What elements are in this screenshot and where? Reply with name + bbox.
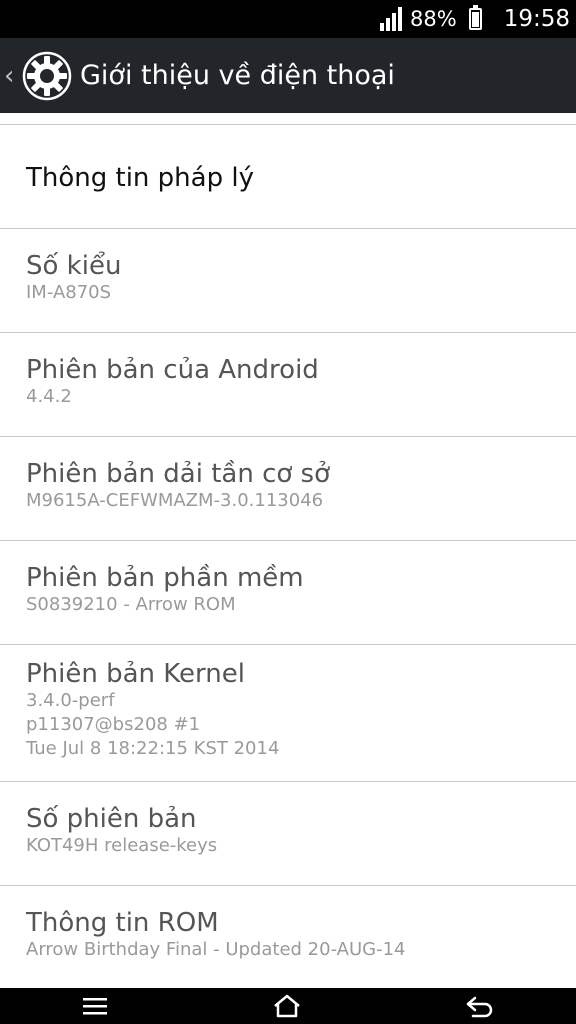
item-title: Số phiên bản xyxy=(26,804,197,834)
action-bar: ‹ Giới thiệu về điện thoại xyxy=(0,38,576,113)
status-indicators: 88% 19:58 xyxy=(380,0,570,38)
list-item-android-version[interactable]: Phiên bản của Android 4.4.2 xyxy=(0,333,576,437)
item-subtitle: 4.4.2 xyxy=(26,386,72,407)
menu-icon[interactable] xyxy=(81,995,109,1017)
status-bar: 88% 19:58 xyxy=(0,0,576,38)
signal-icon xyxy=(380,7,403,31)
item-title: Phiên bản Kernel xyxy=(26,659,245,689)
navigation-bar xyxy=(0,988,576,1024)
list-item-legal-info[interactable]: Thông tin pháp lý xyxy=(0,125,576,229)
page-title: Giới thiệu về điện thoại xyxy=(80,60,395,91)
list-item-kernel-version[interactable]: Phiên bản Kernel 3.4.0-perf p11307@bs208… xyxy=(0,645,576,782)
item-title: Thông tin ROM xyxy=(26,908,219,938)
item-subtitle-line: p11307@bs208 #1 xyxy=(26,714,201,735)
item-subtitle-line: Tue Jul 8 18:22:15 KST 2014 xyxy=(26,738,280,759)
list-item-build-number[interactable]: Số phiên bản KOT49H release-keys xyxy=(0,782,576,886)
chevron-left-icon[interactable]: ‹ xyxy=(4,61,22,91)
item-subtitle-line: 3.4.0-perf xyxy=(26,690,115,711)
about-phone-list: Thông tin pháp lý Số kiểu IM-A870S Phiên… xyxy=(0,113,576,990)
item-subtitle: M9615A-CEFWMAZM-3.0.113046 xyxy=(26,490,324,511)
item-title: Phiên bản phần mềm xyxy=(26,563,304,593)
item-title: Phiên bản dải tần cơ sở xyxy=(26,459,331,489)
list-item-software-version[interactable]: Phiên bản phần mềm S0839210 - Arrow ROM xyxy=(0,541,576,645)
item-subtitle: KOT49H release-keys xyxy=(26,835,218,856)
item-title: Phiên bản của Android xyxy=(26,355,319,385)
item-subtitle: IM-A870S xyxy=(26,282,112,303)
battery-percent: 88% xyxy=(410,7,457,31)
list-item-baseband-version[interactable]: Phiên bản dải tần cơ sở M9615A-CEFWMAZM-… xyxy=(0,437,576,541)
clock: 19:58 xyxy=(503,6,570,32)
list-top-divider xyxy=(0,113,576,125)
list-item-rom-info[interactable]: Thông tin ROM Arrow Birthday Final - Upd… xyxy=(0,886,576,990)
home-icon[interactable] xyxy=(272,993,302,1019)
list-item-model-number[interactable]: Số kiểu IM-A870S xyxy=(0,229,576,333)
back-icon[interactable] xyxy=(465,994,495,1018)
item-subtitle: Arrow Birthday Final - Updated 20-AUG-14 xyxy=(26,939,406,960)
item-subtitle: S0839210 - Arrow ROM xyxy=(26,594,236,615)
item-title: Thông tin pháp lý xyxy=(26,163,254,193)
item-title: Số kiểu xyxy=(26,251,122,281)
battery-icon xyxy=(468,5,482,30)
gear-icon[interactable] xyxy=(22,51,72,101)
